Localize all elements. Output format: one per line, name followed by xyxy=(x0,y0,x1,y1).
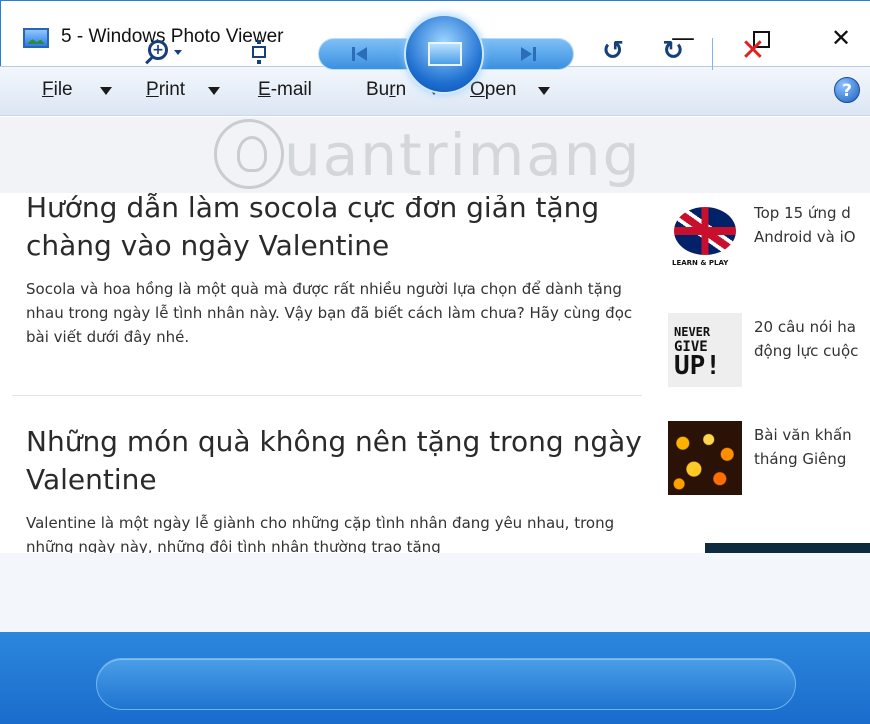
sidebar-item-3-line2: tháng Giêng xyxy=(754,450,847,468)
previous-icon xyxy=(352,47,355,61)
photo-viewer-app-icon xyxy=(23,28,49,48)
print-dropdown-arrow-icon[interactable] xyxy=(208,87,220,95)
sidebar-item-1-text: Top 15 ứng d Android và iO xyxy=(754,201,870,249)
help-icon[interactable]: ? xyxy=(834,77,860,103)
sidebar-item-2-line1: 20 câu nói ha xyxy=(754,318,856,336)
thumb-line-1: NEVER xyxy=(674,325,711,339)
uk-flag-icon xyxy=(674,207,736,255)
toolbar-separator xyxy=(712,38,713,70)
displayed-photo: uantrimang Hướng dẫn làm socola cực đơn … xyxy=(0,117,870,553)
sidebar-item-2-text: 20 câu nói ha động lực cuộc xyxy=(754,315,870,363)
menu-burn-prefix: Bu xyxy=(366,79,390,100)
lanterns-thumbnail xyxy=(668,421,742,495)
thumb-line-3: UP! xyxy=(674,351,721,381)
watermark-text: uantrimang xyxy=(284,121,642,189)
sidebar-item-1-line2: Android và iO xyxy=(754,228,856,246)
watermark-band: uantrimang xyxy=(0,117,870,193)
sidebar-item-3-line1: Bài văn khấn xyxy=(754,426,852,444)
actual-size-icon xyxy=(252,40,266,64)
menu-print[interactable]: Print xyxy=(146,79,185,101)
next-icon xyxy=(533,47,536,61)
rotate-clockwise-button[interactable]: ↻ xyxy=(658,36,688,66)
zoom-button[interactable]: + xyxy=(146,38,186,68)
open-dropdown-arrow-icon[interactable] xyxy=(538,87,550,95)
image-viewport: uantrimang Hướng dẫn làm socola cực đơn … xyxy=(0,117,870,632)
article-1-title: Hướng dẫn làm socola cực đơn giản tặng c… xyxy=(26,191,600,262)
slideshow-button[interactable] xyxy=(404,14,484,94)
article-1: Hướng dẫn làm socola cực đơn giản tặng c… xyxy=(26,189,646,349)
article-2: Những món quà không nên tặng trong ngày … xyxy=(26,423,646,553)
menu-open-label: pen xyxy=(484,79,517,100)
next-button[interactable] xyxy=(512,44,542,64)
next-arrow-icon xyxy=(521,47,532,61)
article-divider xyxy=(12,395,642,396)
never-give-up-thumbnail: NEVER GIVE UP! xyxy=(668,313,742,387)
file-dropdown-arrow-icon[interactable] xyxy=(100,87,112,95)
menu-burn[interactable]: Burn xyxy=(366,79,406,101)
zoom-dropdown-arrow-icon[interactable] xyxy=(174,50,182,55)
bulb-logo-icon xyxy=(214,119,284,189)
menu-file[interactable]: File xyxy=(42,79,73,101)
previous-button[interactable] xyxy=(346,44,376,64)
article-1-body: Socola và hoa hồng là một quà mà được rấ… xyxy=(26,280,633,346)
menu-email-label: -mail xyxy=(270,79,312,100)
menu-open[interactable]: Open xyxy=(470,79,516,101)
previous-arrow-icon xyxy=(356,47,367,61)
menu-email[interactable]: E-mail xyxy=(258,79,312,101)
sidebar-item-3-text: Bài văn khấn tháng Giêng xyxy=(754,423,870,471)
uk-flag-thumbnail: LEARN & PLAY xyxy=(668,199,742,273)
rotate-counterclockwise-button[interactable]: ↺ xyxy=(598,36,628,66)
menu-file-accel: F xyxy=(42,79,54,100)
menu-print-label: rint xyxy=(158,79,186,100)
sidebar-item-2-line2: động lực cuộc xyxy=(754,342,859,360)
close-button[interactable]: ✕ xyxy=(821,19,861,57)
actual-size-button[interactable] xyxy=(246,40,272,66)
menu-email-accel: E xyxy=(258,79,271,100)
slideshow-icon xyxy=(428,42,462,66)
menu-file-label: ile xyxy=(53,79,73,100)
thumbnail-caption: LEARN & PLAY xyxy=(672,259,729,267)
sidebar-item-1-line1: Top 15 ứng d xyxy=(754,204,851,222)
dark-thumbnail xyxy=(705,543,870,553)
delete-button[interactable]: ✕ xyxy=(736,34,770,68)
control-bar xyxy=(0,632,870,724)
article-2-body: Valentine là một ngày lễ giành cho những… xyxy=(26,514,615,553)
menu-burn-label: n xyxy=(395,79,407,100)
controls-pill xyxy=(96,658,796,710)
zoom-icon: + xyxy=(148,40,168,60)
menu-print-accel: P xyxy=(146,79,159,100)
article-2-title: Những món quà không nên tặng trong ngày … xyxy=(26,425,642,496)
